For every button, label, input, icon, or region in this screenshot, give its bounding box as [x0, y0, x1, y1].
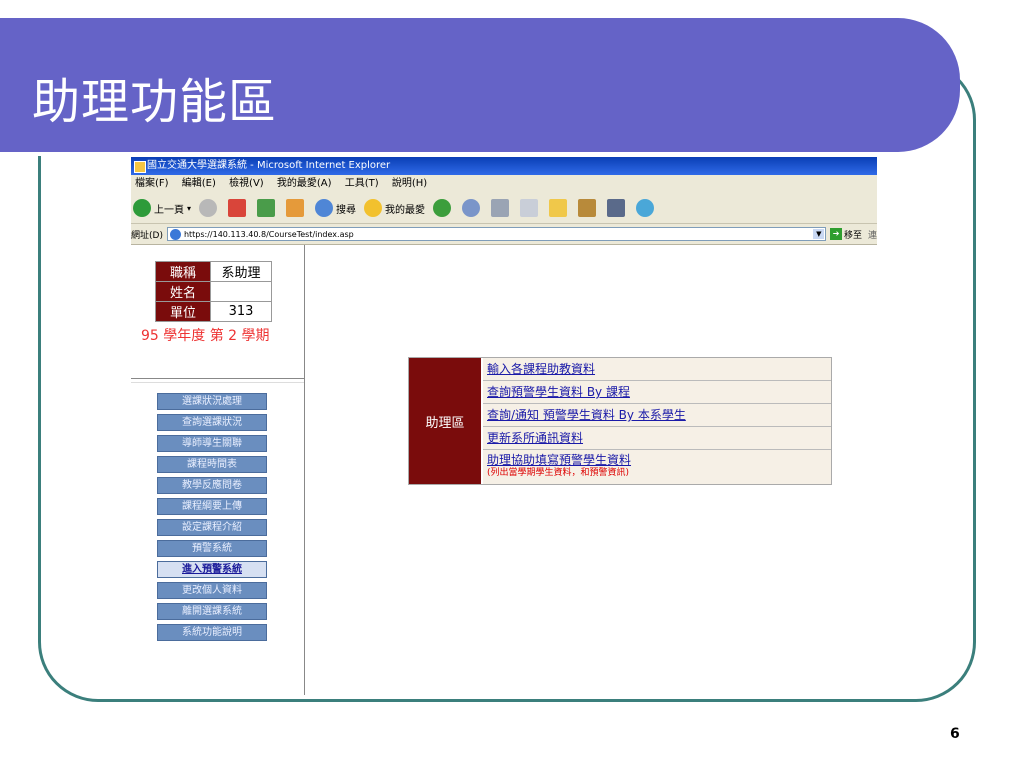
- ie-toolbar: 上一頁 ▾ 搜尋 我的最愛: [131, 193, 877, 224]
- assistant-function-list: 輸入各課程助教資料 查詢預警學生資料 By 課程 查詢/通知 預警學生資料 By…: [483, 358, 831, 484]
- research-button[interactable]: [578, 199, 599, 217]
- address-bar: 網址(D) https://140.113.40.8/CourseTest/in…: [131, 224, 877, 245]
- link-update-dept-contact[interactable]: 更新系所通訊資料: [487, 431, 583, 445]
- star-icon: [364, 199, 383, 217]
- print-icon: [491, 199, 510, 217]
- forward-arrow-icon: [199, 199, 218, 217]
- back-button[interactable]: 上一頁 ▾: [133, 199, 191, 217]
- assist-fill-note: (列出當學期學生資料，和預警資訊): [487, 468, 630, 478]
- name-value: [210, 281, 272, 302]
- messenger-icon: [636, 199, 655, 217]
- side-menu: 選課狀況處理 查詢選課狀況 導師導生關聯 課程時間表 教學反應問卷 課程綱要上傳…: [157, 393, 267, 645]
- menu-course-intro[interactable]: 設定課程介紹: [157, 519, 267, 536]
- link-query-warning-by-course[interactable]: 查詢預警學生資料 By 課程: [487, 385, 630, 399]
- research-icon: [578, 199, 597, 217]
- menu-syllabus-upload[interactable]: 課程綱要上傳: [157, 498, 267, 515]
- unit-value: 313: [210, 301, 272, 322]
- menu-query-course-status[interactable]: 查詢選課狀況: [157, 414, 267, 431]
- back-dropdown-icon: ▾: [187, 203, 192, 213]
- go-button[interactable]: 移至: [844, 228, 862, 241]
- menu-tools[interactable]: 工具(T): [345, 178, 379, 189]
- func-item: 查詢/通知 預警學生資料 By 本系學生: [483, 404, 831, 427]
- semester-label: 95 學年度 第 2 學期: [141, 328, 270, 344]
- page-number: 6: [950, 726, 960, 742]
- go-arrow-icon[interactable]: ➔: [830, 228, 842, 240]
- edit-button[interactable]: [520, 199, 541, 217]
- mail-icon: [462, 199, 481, 217]
- favorites-button[interactable]: 我的最愛: [364, 199, 425, 217]
- forward-button[interactable]: [199, 199, 220, 217]
- stop-button[interactable]: [228, 199, 249, 217]
- home-icon: [286, 199, 305, 217]
- address-label: 網址(D): [131, 230, 163, 241]
- print-button[interactable]: [491, 199, 512, 217]
- home-button[interactable]: [286, 199, 307, 217]
- ie-window-title: 國立交通大學選課系統 - Microsoft Internet Explorer: [147, 160, 391, 171]
- folder-icon: [549, 199, 568, 217]
- history-icon: [433, 199, 452, 217]
- back-arrow-icon: [133, 199, 151, 217]
- page-globe-icon: [169, 229, 181, 240]
- menu-course-status-handling[interactable]: 選課狀況處理: [157, 393, 267, 410]
- user-info-table: 職稱 系助理 姓名 單位 313: [155, 261, 272, 322]
- unit-key: 單位: [155, 301, 211, 322]
- assistant-area-label: 助理區: [409, 358, 481, 484]
- refresh-button[interactable]: [257, 199, 278, 217]
- messenger-button[interactable]: [636, 199, 657, 217]
- menu-favorites[interactable]: 我的最愛(A): [277, 178, 332, 189]
- slide-title: 助理功能區: [32, 74, 278, 130]
- ie-window: 國立交通大學選課系統 - Microsoft Internet Explorer…: [131, 157, 877, 695]
- title-underline: [0, 152, 908, 156]
- edit-icon: [520, 199, 539, 217]
- refresh-icon: [257, 199, 276, 217]
- stop-icon: [228, 199, 247, 217]
- media-icon: [607, 199, 626, 217]
- search-label: 搜尋: [336, 204, 357, 216]
- menu-system-help[interactable]: 系統功能說明: [157, 624, 267, 641]
- link-input-ta-data[interactable]: 輸入各課程助教資料: [487, 362, 595, 376]
- func-item: 輸入各課程助教資料: [483, 358, 831, 381]
- link-query-notify-warning-by-dept[interactable]: 查詢/通知 預警學生資料 By 本系學生: [487, 408, 686, 422]
- search-button[interactable]: 搜尋: [315, 199, 356, 217]
- menu-advisor-student[interactable]: 導師導生關聯: [157, 435, 267, 452]
- assistant-function-table: 助理區 輸入各課程助教資料 查詢預警學生資料 By 課程 查詢/通知 預警學生資…: [408, 357, 832, 485]
- link-assist-fill-warning[interactable]: 助理協助填寫預警學生資料: [487, 453, 631, 467]
- name-key: 姓名: [155, 281, 211, 302]
- title-value: 系助理: [210, 261, 272, 282]
- history-button[interactable]: [433, 199, 454, 217]
- address-url: https://140.113.40.8/CourseTest/index.as…: [183, 230, 354, 239]
- func-item: 助理協助填寫預警學生資料 (列出當學期學生資料，和預警資訊): [483, 450, 831, 484]
- ie-menu-bar: 檔案(F) 編輯(E) 檢視(V) 我的最愛(A) 工具(T) 說明(H): [131, 175, 877, 193]
- title-key: 職稱: [155, 261, 211, 282]
- menu-file[interactable]: 檔案(F): [135, 178, 169, 189]
- address-dropdown-icon[interactable]: ▼: [813, 229, 825, 239]
- menu-timetable[interactable]: 課程時間表: [157, 456, 267, 473]
- back-label: 上一頁: [154, 204, 184, 216]
- media-button[interactable]: [607, 199, 628, 217]
- left-frame: 職稱 系助理 姓名 單位 313 95 學年度 第 2 學期 選課狀況處理 查詢…: [131, 245, 305, 695]
- menu-edit[interactable]: 編輯(E): [182, 178, 216, 189]
- address-input[interactable]: https://140.113.40.8/CourseTest/index.as…: [166, 227, 827, 241]
- menu-warning-system[interactable]: 預警系統: [157, 540, 267, 557]
- func-item: 查詢預警學生資料 By 課程: [483, 381, 831, 404]
- menu-help[interactable]: 說明(H): [392, 178, 427, 189]
- left-divider: [131, 378, 304, 383]
- menu-enter-warning-system[interactable]: 進入預警系統: [157, 561, 267, 578]
- menu-view[interactable]: 檢視(V): [229, 178, 264, 189]
- func-item: 更新系所通訊資料: [483, 427, 831, 450]
- links-label[interactable]: 連: [868, 228, 877, 241]
- menu-exit-system[interactable]: 離開選課系統: [157, 603, 267, 620]
- menu-teaching-survey[interactable]: 教學反應問卷: [157, 477, 267, 494]
- search-icon: [315, 199, 334, 217]
- mail-button[interactable]: [462, 199, 483, 217]
- folder-button[interactable]: [549, 199, 570, 217]
- menu-edit-profile[interactable]: 更改個人資料: [157, 582, 267, 599]
- favorites-label: 我的最愛: [385, 204, 426, 216]
- slide-title-bar: 助理功能區: [0, 18, 960, 156]
- ie-app-icon: [134, 161, 146, 173]
- ie-title-bar: 國立交通大學選課系統 - Microsoft Internet Explorer: [131, 157, 877, 175]
- page-content: 職稱 系助理 姓名 單位 313 95 學年度 第 2 學期 選課狀況處理 查詢…: [131, 245, 877, 695]
